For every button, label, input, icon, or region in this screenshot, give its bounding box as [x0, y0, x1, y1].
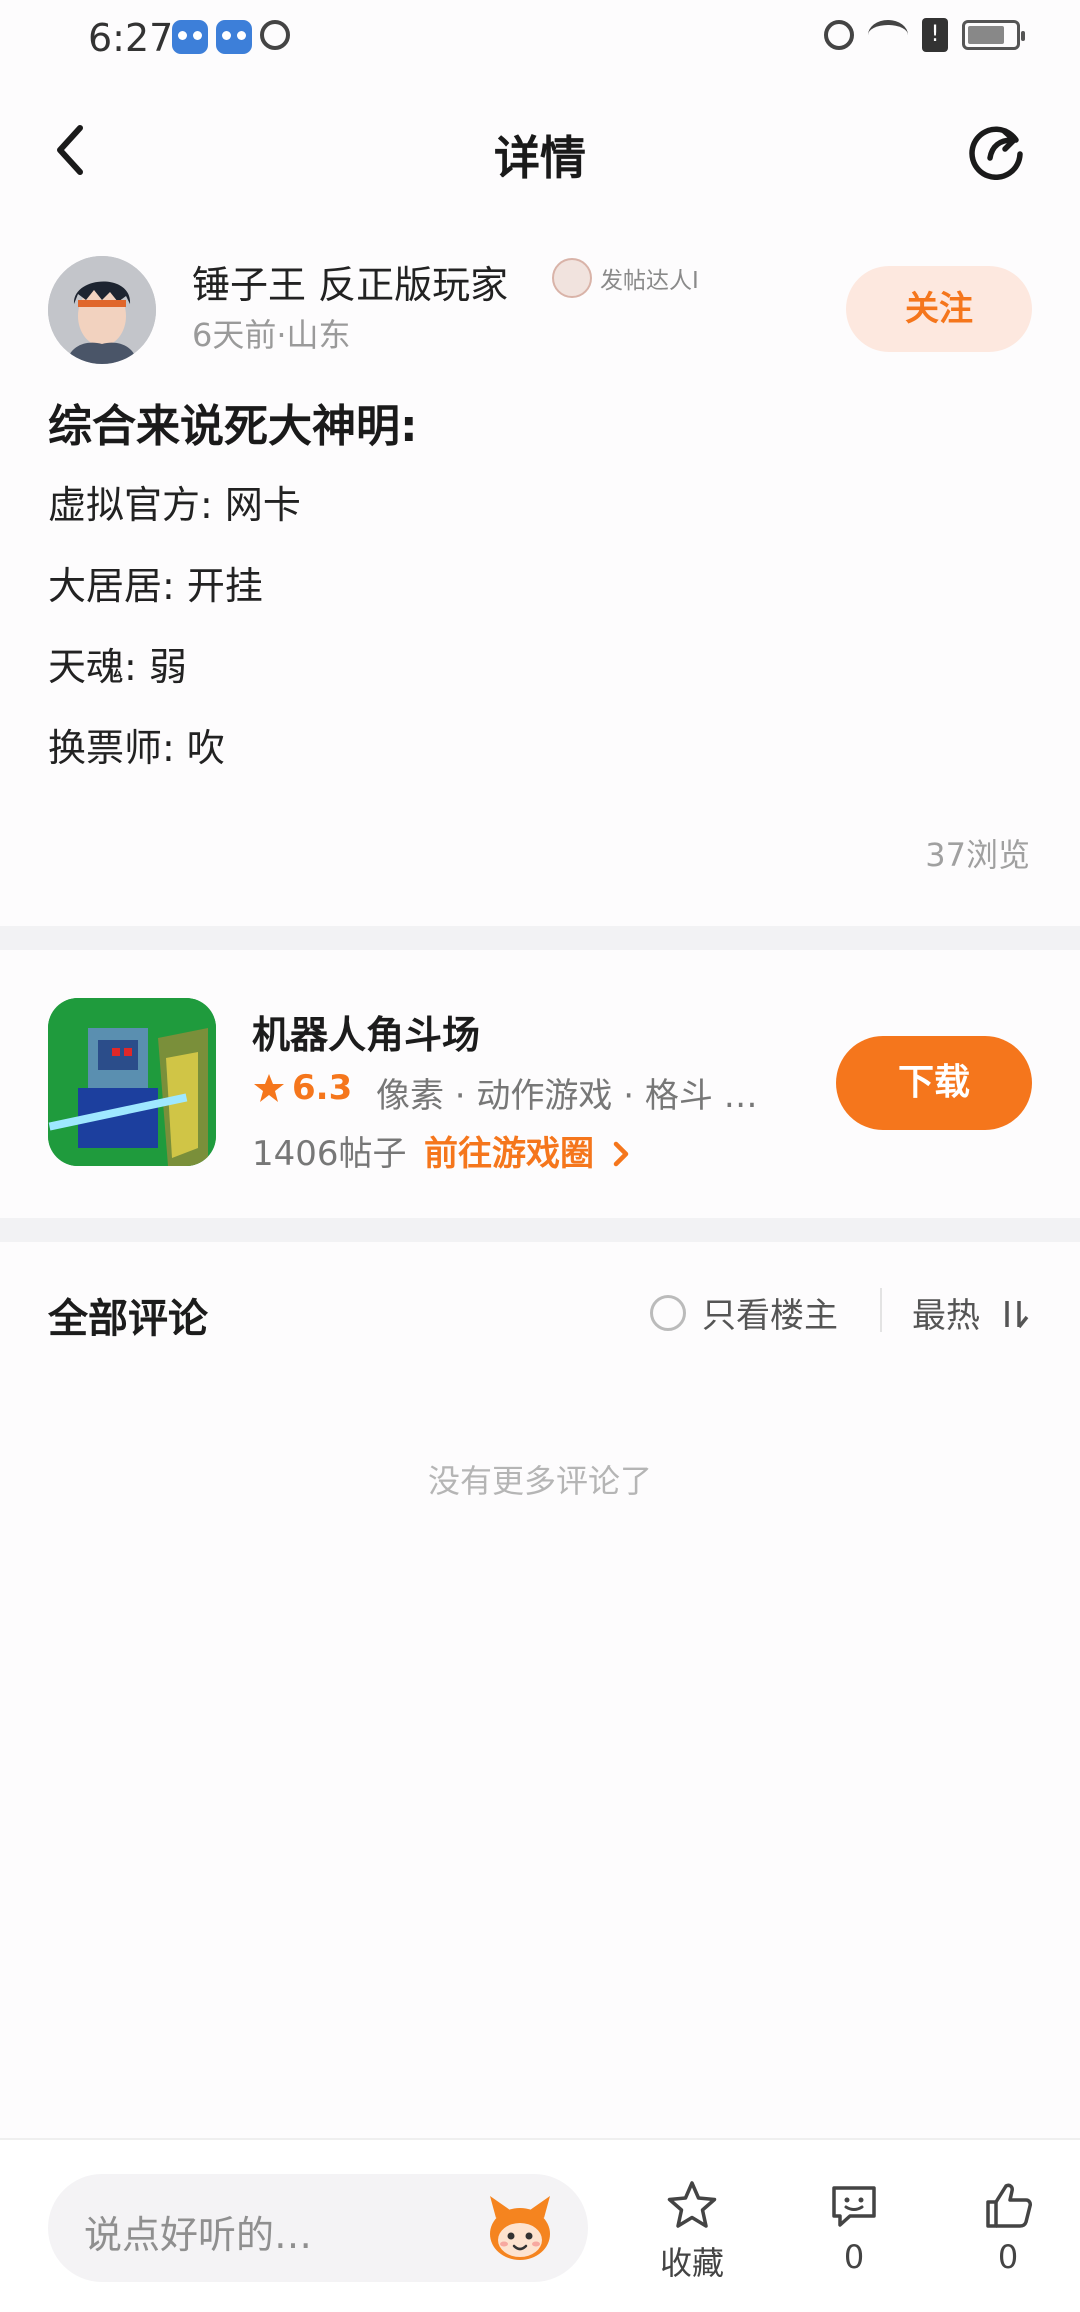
no-more-comments: 没有更多评论了 [427, 1462, 652, 1500]
thumbs-up-icon [986, 2183, 1032, 2228]
post-title: 综合来说死大神明: [48, 401, 418, 452]
post-meta: 6天前·山东 [192, 316, 351, 354]
author-avatar[interactable] [48, 256, 156, 364]
wifi-icon [868, 20, 908, 50]
game-thumbnail[interactable] [48, 998, 216, 1166]
download-button[interactable]: 下载 [836, 1036, 1032, 1130]
status-time: 6:27 [88, 16, 174, 60]
radio-icon[interactable] [650, 1294, 686, 1331]
status-bar: 6:27 ! [0, 0, 1080, 84]
post-line: 虚拟官方: 网卡 [48, 483, 301, 527]
share-button[interactable] [966, 118, 1028, 181]
sort-separator [880, 1288, 882, 1332]
alarm-icon [824, 20, 854, 50]
chevron-right-icon [613, 1141, 629, 1167]
comments-title: 全部评论 [48, 1296, 208, 1342]
status-notification-icons [172, 20, 290, 54]
goto-game-circle-link[interactable]: 前往游戏圈 [424, 1126, 632, 1175]
status-system-icons: ! [824, 18, 1025, 52]
badge-icon [552, 258, 592, 298]
post-line: 大居居: 开挂 [48, 564, 263, 608]
author-badge: 发帖达人I [552, 258, 699, 298]
like-count: 0 [997, 2238, 1019, 2276]
emoji-mascot-icon[interactable] [480, 2188, 560, 2268]
avatar-image [48, 256, 156, 364]
gamepad-icon [216, 20, 252, 54]
rating-value: 6.3 [292, 1068, 353, 1108]
post-line: 天魂: 弱 [48, 645, 187, 689]
op-only-toggle[interactable]: 只看楼主 [650, 1288, 838, 1337]
gamepad-icon [172, 20, 208, 54]
share-icon [969, 126, 1023, 181]
badge-label: 发帖达人I [600, 268, 699, 294]
section-divider [0, 1218, 1080, 1242]
page-title: 详情 [494, 131, 586, 185]
comment-input[interactable]: 说点好听的… [48, 2174, 588, 2282]
goto-game-circle-label: 前往游戏圈 [424, 1134, 594, 1174]
comment-input-placeholder: 说点好听的… [84, 2213, 313, 2257]
favorite-label: 收藏 [659, 2244, 724, 2282]
view-count: 37浏览 [925, 836, 1030, 874]
comment-button[interactable]: 0 [814, 2178, 894, 2276]
favorite-button[interactable]: 收藏 [652, 2178, 732, 2284]
op-only-label: 只看楼主 [702, 1296, 838, 1336]
post-line: 换票师: 吹 [48, 726, 225, 770]
star-icon [254, 1074, 284, 1102]
game-tags: 像素 · 动作游戏 · 格斗 … [376, 1076, 758, 1116]
author-name[interactable]: 锤子王 反正版玩家 [192, 254, 508, 309]
game-name[interactable]: 机器人角斗场 [252, 1004, 480, 1059]
section-divider [0, 926, 1080, 950]
alarm-icon [260, 20, 290, 50]
follow-button[interactable]: 关注 [846, 266, 1032, 352]
comment-count: 0 [843, 2238, 865, 2276]
comment-icon [832, 2186, 876, 2227]
battery-icon [962, 20, 1025, 50]
star-outline-icon [667, 2181, 717, 2228]
sort-label: 最热 [912, 1296, 980, 1336]
sort-button[interactable]: 最热 [912, 1288, 1031, 1337]
game-rating: 6.3 [252, 1068, 352, 1108]
sort-icon [1005, 1301, 1029, 1329]
game-art [48, 998, 216, 1166]
like-button[interactable]: 0 [968, 2178, 1048, 2276]
bottom-action-bar: 说点好听的… 收藏 0 0 [0, 2138, 1080, 2312]
game-post-count: 1406帖子 [252, 1134, 407, 1174]
sim-alert-icon: ! [922, 18, 948, 52]
